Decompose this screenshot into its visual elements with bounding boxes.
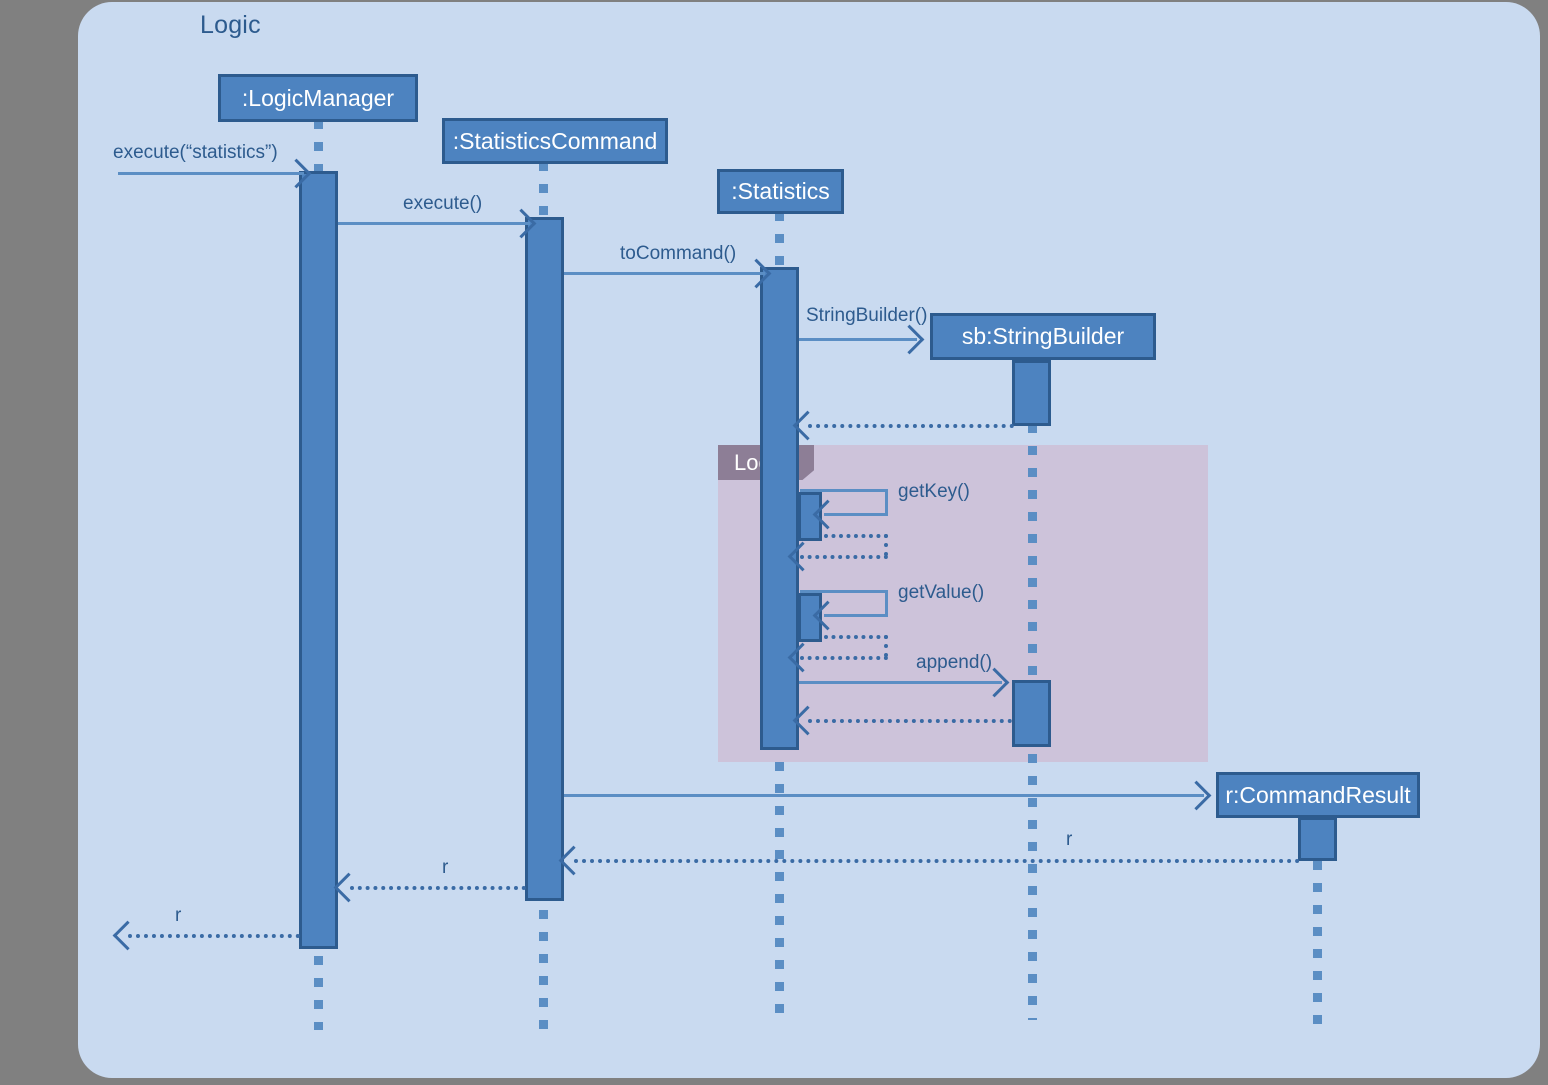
message-line-getkey-return-top [824,534,888,538]
participant-statistics[interactable]: :Statistics [717,169,844,214]
message-line-r-return-to-statisticscommand [574,859,1300,863]
arrow-head-r-return-to-logicmanager [333,872,364,903]
activation-stringbuilder-append [1012,680,1051,747]
message-line-getkey-return-right [884,534,888,556]
participant-stringbuilder-label: sb:StringBuilder [961,323,1125,349]
message-line-append [799,681,1002,684]
message-label-tocommand: toCommand() [620,243,737,264]
message-label-r-commandresult: r [1066,829,1073,850]
activation-statisticscommand [525,217,564,901]
message-line-getkey-right [885,489,888,513]
participant-statisticscommand-label: :StatisticsCommand [452,127,658,154]
message-line-commandresult-create [564,794,1204,797]
activation-commandresult [1298,817,1337,861]
message-label-getvalue: getValue() [898,582,985,603]
message-label-stringbuilder-create: StringBuilder() [806,305,928,326]
message-line-append-return [808,719,1012,723]
message-label-execute-statistics: execute(“statistics”) [113,142,278,163]
message-label-getkey: getKey() [898,481,970,502]
participant-commandresult-label: r:CommandResult [1225,781,1411,808]
message-line-execute [338,222,530,225]
arrow-head-r-return-external [112,920,143,951]
activation-stringbuilder-constructor [1012,360,1051,426]
message-label-execute: execute() [403,193,483,214]
message-label-r-external: r [175,905,182,926]
message-line-execute-statistics [118,172,304,175]
participant-statistics-label: :Statistics [731,178,830,204]
message-line-getvalue-right [885,590,888,614]
message-line-tocommand [564,272,765,275]
message-line-r-return-external [128,934,300,938]
arrow-head-stringbuilder-create [894,324,925,355]
message-line-stringbuilder-return [808,424,1014,428]
participant-commandresult[interactable]: r:CommandResult [1216,772,1420,818]
message-line-r-return-to-logicmanager [350,886,526,890]
diagram-canvas: Logic Loop :LogicManager :StatisticsComm… [0,0,1548,1085]
frame-title: Logic [200,11,261,39]
participant-stringbuilder[interactable]: sb:StringBuilder [930,313,1156,360]
arrow-head-commandresult-create [1181,780,1212,811]
activation-statistics [760,267,799,750]
message-label-append: append() [916,652,993,673]
message-line-getvalue-top [800,590,888,593]
message-line-getkey-top [800,489,888,492]
message-line-getvalue-return-right [884,635,888,657]
activation-logicmanager [299,171,338,949]
participant-logicmanager[interactable]: :LogicManager [218,74,418,122]
message-label-r-statisticscommand: r [442,857,449,878]
message-line-getvalue-return-top [824,635,888,639]
participant-statisticscommand[interactable]: :StatisticsCommand [442,118,668,164]
participant-logicmanager-label: :LogicManager [241,84,395,111]
logic-component-frame: Logic Loop :LogicManager :StatisticsComm… [78,2,1540,1078]
